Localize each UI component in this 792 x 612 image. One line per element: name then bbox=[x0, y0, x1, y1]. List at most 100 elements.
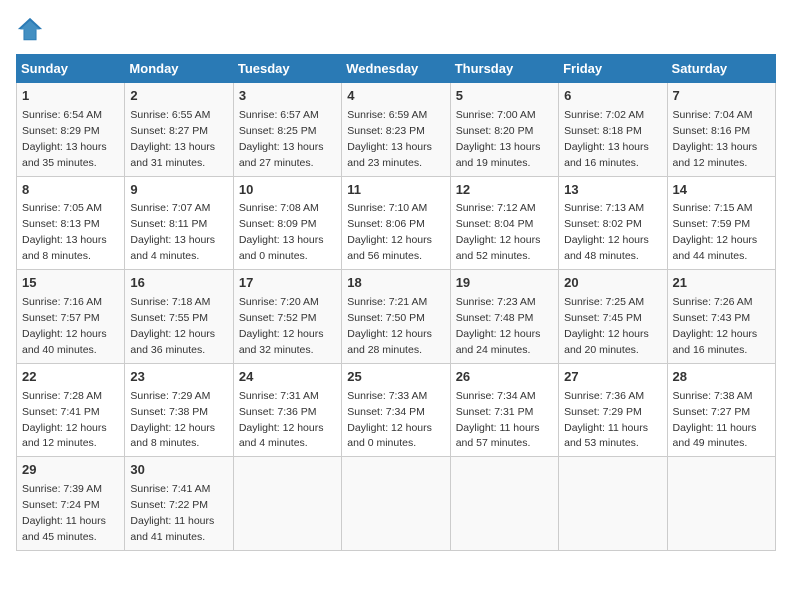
day-info: Sunrise: 7:08 AMSunset: 8:09 PMDaylight:… bbox=[239, 202, 324, 262]
calendar-table: SundayMondayTuesdayWednesdayThursdayFrid… bbox=[16, 54, 776, 551]
day-number: 18 bbox=[347, 274, 444, 293]
calendar-day-cell: 29 Sunrise: 7:39 AMSunset: 7:24 PMDaylig… bbox=[17, 457, 125, 551]
calendar-day-cell: 12 Sunrise: 7:12 AMSunset: 8:04 PMDaylig… bbox=[450, 176, 558, 270]
day-number: 25 bbox=[347, 368, 444, 387]
day-number: 6 bbox=[564, 87, 661, 106]
calendar-day-cell: 22 Sunrise: 7:28 AMSunset: 7:41 PMDaylig… bbox=[17, 363, 125, 457]
day-number: 13 bbox=[564, 181, 661, 200]
day-number: 30 bbox=[130, 461, 227, 480]
day-number: 21 bbox=[673, 274, 770, 293]
calendar-day-cell: 14 Sunrise: 7:15 AMSunset: 7:59 PMDaylig… bbox=[667, 176, 775, 270]
weekday-header: Sunday bbox=[17, 55, 125, 83]
day-number: 29 bbox=[22, 461, 119, 480]
day-number: 17 bbox=[239, 274, 336, 293]
day-info: Sunrise: 7:16 AMSunset: 7:57 PMDaylight:… bbox=[22, 296, 107, 356]
calendar-week-row: 1 Sunrise: 6:54 AMSunset: 8:29 PMDayligh… bbox=[17, 83, 776, 177]
calendar-day-cell: 4 Sunrise: 6:59 AMSunset: 8:23 PMDayligh… bbox=[342, 83, 450, 177]
calendar-day-cell: 16 Sunrise: 7:18 AMSunset: 7:55 PMDaylig… bbox=[125, 270, 233, 364]
calendar-day-cell: 27 Sunrise: 7:36 AMSunset: 7:29 PMDaylig… bbox=[559, 363, 667, 457]
day-number: 1 bbox=[22, 87, 119, 106]
calendar-day-cell bbox=[450, 457, 558, 551]
weekday-header: Wednesday bbox=[342, 55, 450, 83]
calendar-header: SundayMondayTuesdayWednesdayThursdayFrid… bbox=[17, 55, 776, 83]
calendar-day-cell: 21 Sunrise: 7:26 AMSunset: 7:43 PMDaylig… bbox=[667, 270, 775, 364]
day-info: Sunrise: 7:00 AMSunset: 8:20 PMDaylight:… bbox=[456, 109, 541, 169]
calendar-day-cell bbox=[667, 457, 775, 551]
calendar-week-row: 29 Sunrise: 7:39 AMSunset: 7:24 PMDaylig… bbox=[17, 457, 776, 551]
day-number: 8 bbox=[22, 181, 119, 200]
day-info: Sunrise: 7:15 AMSunset: 7:59 PMDaylight:… bbox=[673, 202, 758, 262]
day-info: Sunrise: 7:18 AMSunset: 7:55 PMDaylight:… bbox=[130, 296, 215, 356]
header-row: SundayMondayTuesdayWednesdayThursdayFrid… bbox=[17, 55, 776, 83]
calendar-day-cell bbox=[559, 457, 667, 551]
day-number: 26 bbox=[456, 368, 553, 387]
day-number: 27 bbox=[564, 368, 661, 387]
day-number: 23 bbox=[130, 368, 227, 387]
day-info: Sunrise: 7:07 AMSunset: 8:11 PMDaylight:… bbox=[130, 202, 215, 262]
calendar-day-cell: 11 Sunrise: 7:10 AMSunset: 8:06 PMDaylig… bbox=[342, 176, 450, 270]
calendar-day-cell: 23 Sunrise: 7:29 AMSunset: 7:38 PMDaylig… bbox=[125, 363, 233, 457]
day-number: 12 bbox=[456, 181, 553, 200]
calendar-day-cell bbox=[233, 457, 341, 551]
day-number: 28 bbox=[673, 368, 770, 387]
weekday-header: Thursday bbox=[450, 55, 558, 83]
day-number: 10 bbox=[239, 181, 336, 200]
day-info: Sunrise: 7:04 AMSunset: 8:16 PMDaylight:… bbox=[673, 109, 758, 169]
day-info: Sunrise: 6:59 AMSunset: 8:23 PMDaylight:… bbox=[347, 109, 432, 169]
calendar-day-cell: 9 Sunrise: 7:07 AMSunset: 8:11 PMDayligh… bbox=[125, 176, 233, 270]
day-info: Sunrise: 7:12 AMSunset: 8:04 PMDaylight:… bbox=[456, 202, 541, 262]
day-info: Sunrise: 7:36 AMSunset: 7:29 PMDaylight:… bbox=[564, 390, 648, 450]
day-info: Sunrise: 7:34 AMSunset: 7:31 PMDaylight:… bbox=[456, 390, 540, 450]
calendar-day-cell: 28 Sunrise: 7:38 AMSunset: 7:27 PMDaylig… bbox=[667, 363, 775, 457]
day-number: 19 bbox=[456, 274, 553, 293]
day-info: Sunrise: 7:02 AMSunset: 8:18 PMDaylight:… bbox=[564, 109, 649, 169]
calendar-day-cell: 18 Sunrise: 7:21 AMSunset: 7:50 PMDaylig… bbox=[342, 270, 450, 364]
day-info: Sunrise: 7:31 AMSunset: 7:36 PMDaylight:… bbox=[239, 390, 324, 450]
day-number: 20 bbox=[564, 274, 661, 293]
day-number: 11 bbox=[347, 181, 444, 200]
day-info: Sunrise: 7:28 AMSunset: 7:41 PMDaylight:… bbox=[22, 390, 107, 450]
calendar-day-cell: 25 Sunrise: 7:33 AMSunset: 7:34 PMDaylig… bbox=[342, 363, 450, 457]
logo-icon bbox=[16, 16, 44, 44]
calendar-day-cell: 17 Sunrise: 7:20 AMSunset: 7:52 PMDaylig… bbox=[233, 270, 341, 364]
day-info: Sunrise: 7:13 AMSunset: 8:02 PMDaylight:… bbox=[564, 202, 649, 262]
day-info: Sunrise: 7:26 AMSunset: 7:43 PMDaylight:… bbox=[673, 296, 758, 356]
calendar-day-cell: 3 Sunrise: 6:57 AMSunset: 8:25 PMDayligh… bbox=[233, 83, 341, 177]
day-number: 22 bbox=[22, 368, 119, 387]
day-number: 9 bbox=[130, 181, 227, 200]
calendar-day-cell: 1 Sunrise: 6:54 AMSunset: 8:29 PMDayligh… bbox=[17, 83, 125, 177]
day-info: Sunrise: 6:57 AMSunset: 8:25 PMDaylight:… bbox=[239, 109, 324, 169]
day-info: Sunrise: 7:20 AMSunset: 7:52 PMDaylight:… bbox=[239, 296, 324, 356]
day-number: 14 bbox=[673, 181, 770, 200]
day-number: 15 bbox=[22, 274, 119, 293]
calendar-day-cell: 26 Sunrise: 7:34 AMSunset: 7:31 PMDaylig… bbox=[450, 363, 558, 457]
calendar-day-cell: 15 Sunrise: 7:16 AMSunset: 7:57 PMDaylig… bbox=[17, 270, 125, 364]
day-number: 4 bbox=[347, 87, 444, 106]
day-info: Sunrise: 7:33 AMSunset: 7:34 PMDaylight:… bbox=[347, 390, 432, 450]
day-number: 5 bbox=[456, 87, 553, 106]
day-info: Sunrise: 7:25 AMSunset: 7:45 PMDaylight:… bbox=[564, 296, 649, 356]
calendar-day-cell: 30 Sunrise: 7:41 AMSunset: 7:22 PMDaylig… bbox=[125, 457, 233, 551]
day-info: Sunrise: 7:29 AMSunset: 7:38 PMDaylight:… bbox=[130, 390, 215, 450]
logo bbox=[16, 16, 48, 44]
calendar-day-cell: 24 Sunrise: 7:31 AMSunset: 7:36 PMDaylig… bbox=[233, 363, 341, 457]
day-number: 16 bbox=[130, 274, 227, 293]
weekday-header: Saturday bbox=[667, 55, 775, 83]
calendar-day-cell: 6 Sunrise: 7:02 AMSunset: 8:18 PMDayligh… bbox=[559, 83, 667, 177]
calendar-day-cell: 2 Sunrise: 6:55 AMSunset: 8:27 PMDayligh… bbox=[125, 83, 233, 177]
calendar-day-cell: 20 Sunrise: 7:25 AMSunset: 7:45 PMDaylig… bbox=[559, 270, 667, 364]
calendar-day-cell: 7 Sunrise: 7:04 AMSunset: 8:16 PMDayligh… bbox=[667, 83, 775, 177]
calendar-week-row: 8 Sunrise: 7:05 AMSunset: 8:13 PMDayligh… bbox=[17, 176, 776, 270]
calendar-day-cell: 13 Sunrise: 7:13 AMSunset: 8:02 PMDaylig… bbox=[559, 176, 667, 270]
calendar-day-cell: 10 Sunrise: 7:08 AMSunset: 8:09 PMDaylig… bbox=[233, 176, 341, 270]
weekday-header: Friday bbox=[559, 55, 667, 83]
day-number: 7 bbox=[673, 87, 770, 106]
day-info: Sunrise: 7:23 AMSunset: 7:48 PMDaylight:… bbox=[456, 296, 541, 356]
calendar-day-cell: 8 Sunrise: 7:05 AMSunset: 8:13 PMDayligh… bbox=[17, 176, 125, 270]
day-number: 24 bbox=[239, 368, 336, 387]
day-info: Sunrise: 7:10 AMSunset: 8:06 PMDaylight:… bbox=[347, 202, 432, 262]
day-info: Sunrise: 7:38 AMSunset: 7:27 PMDaylight:… bbox=[673, 390, 757, 450]
weekday-header: Monday bbox=[125, 55, 233, 83]
page-header bbox=[16, 16, 776, 44]
calendar-day-cell: 19 Sunrise: 7:23 AMSunset: 7:48 PMDaylig… bbox=[450, 270, 558, 364]
